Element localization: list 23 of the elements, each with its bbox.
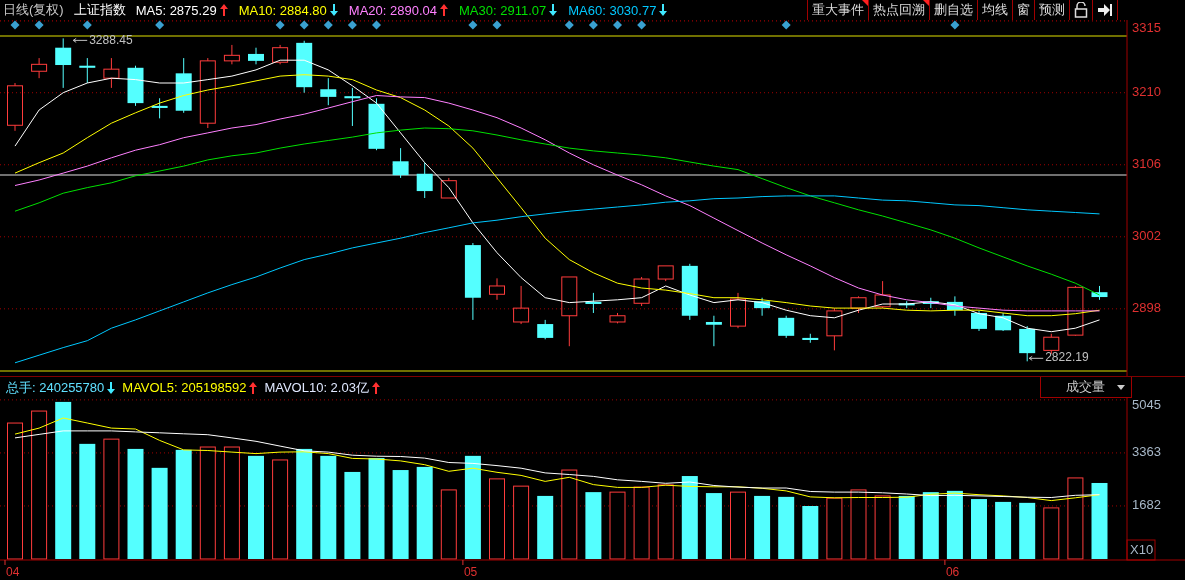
axis-label: 3315 (1132, 20, 1161, 36)
indicator-value: MAVOL10: 2.03亿 (264, 378, 369, 397)
unit-label: X10 (1130, 542, 1154, 558)
indicator-value: MA5: 2875.29 (135, 2, 217, 18)
price-label: 2822.19 (1045, 350, 1089, 365)
axis-label: 1682 (1132, 497, 1161, 513)
date-label: 04 (6, 565, 20, 578)
axis-label: 3363 (1132, 444, 1161, 460)
indicator-value: MA10: 2884.80 (238, 2, 327, 18)
indicator-value: MA30: 2911.07 (459, 2, 547, 18)
axis-label: 3210 (1132, 84, 1161, 100)
axis-label: 3106 (1132, 156, 1161, 172)
index-name: 上证指数 (73, 1, 126, 19)
date-label: 06 (945, 565, 960, 578)
indicator-value: MA60: 3030.77 (568, 2, 657, 18)
axis-label: 2898 (1132, 300, 1161, 316)
axis-label: 5045 (1132, 398, 1161, 413)
indicator-value: 总手: 240255780 (6, 378, 105, 397)
indicator-value: MAVOL5: 205198592 (122, 380, 247, 395)
indicator-value: MA20: 2890.04 (348, 2, 437, 18)
axis-label: 3002 (1132, 228, 1161, 244)
date-label: 05 (463, 565, 478, 578)
price-label: 3288.45 (89, 32, 133, 47)
